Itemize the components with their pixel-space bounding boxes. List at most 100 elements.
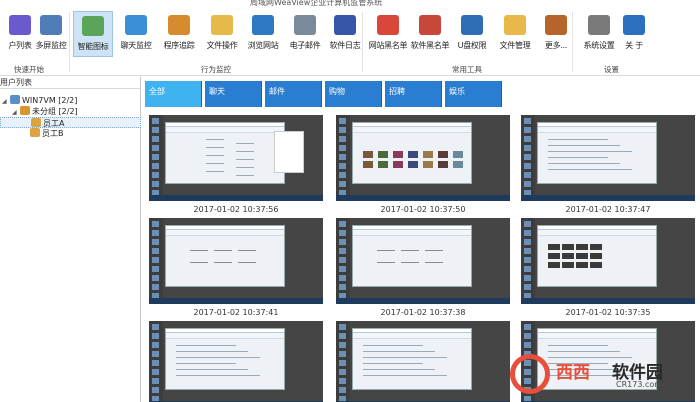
captured-taskbar — [149, 298, 323, 304]
screenshot-thumbnail[interactable] — [521, 115, 695, 201]
file-operation-icon — [211, 15, 233, 35]
ribbon-button-7[interactable]: 电子邮件 — [285, 11, 325, 57]
screenshot-timestamp: 2017-01-02 10:37:38 — [380, 308, 466, 317]
ribbon-button-12[interactable]: 文件管理 — [495, 11, 535, 57]
tab-0[interactable]: 全部 — [145, 81, 202, 107]
group-label-common-tools: 常用工具 — [452, 65, 482, 74]
captured-window — [165, 122, 285, 184]
ribbon-button-13[interactable]: 更多... — [536, 11, 576, 57]
chat-monitor-icon — [125, 15, 147, 35]
app-window: 局域网WeaView企业计算机监管系统 快速开始 行为监控 常用工具 设置 户列… — [0, 0, 700, 402]
usb-icon — [461, 15, 483, 35]
tab-5[interactable]: 娱乐 — [445, 81, 502, 107]
screenshot-timestamp: 2017-01-02 10:37:41 — [193, 308, 279, 317]
user-list-panel: 用户列表 ◢ WIN7VM [2/2] ◢ 未分组 [2/2] 员工A 员工B — [0, 77, 141, 402]
web-blacklist-icon — [377, 15, 399, 35]
ribbon-button-label: 程序追踪 — [163, 41, 195, 50]
user-icon — [30, 128, 40, 137]
desktop-icons — [149, 218, 163, 304]
email-icon — [294, 15, 316, 35]
ribbon-button-label: 软件日志 — [329, 41, 361, 50]
multi-screen-icon — [40, 15, 62, 35]
captured-window — [165, 225, 285, 287]
window-title: 局域网WeaView企业计算机监管系统 — [250, 0, 383, 7]
ribbon-button-2[interactable]: 智能图标 — [73, 11, 113, 57]
ribbon-button-10[interactable]: 软件黑名单 — [410, 11, 450, 57]
compass-icon — [252, 15, 274, 35]
ribbon-button-label: 软件黑名单 — [410, 41, 450, 50]
screenshot-timestamp: 2017-01-02 10:37:50 — [380, 205, 466, 214]
ribbon-button-label: 文件操作 — [206, 41, 238, 50]
ribbon-button-15[interactable]: 关 于 — [614, 11, 654, 57]
ribbon-button-4[interactable]: 程序追踪 — [159, 11, 199, 57]
ribbon-button-1[interactable]: 多屏监控 — [31, 11, 71, 57]
ribbon-button-label: U盘权限 — [457, 41, 487, 50]
desktop-icons — [521, 115, 535, 201]
tab-3[interactable]: 购物 — [325, 81, 382, 107]
tab-1[interactable]: 聊天 — [205, 81, 262, 107]
user-icon — [31, 118, 41, 127]
picture-icon — [82, 16, 104, 36]
ribbon-button-6[interactable]: 浏览网站 — [243, 11, 283, 57]
screenshot-thumbnail[interactable] — [336, 115, 510, 201]
captured-window — [537, 122, 657, 184]
captured-window — [352, 122, 472, 184]
ribbon-button-14[interactable]: 系统设置 — [579, 11, 619, 57]
software-blacklist-icon — [419, 15, 441, 35]
screenshot-timestamp: 2017-01-02 10:37:47 — [565, 205, 651, 214]
ribbon-button-label: 关 于 — [625, 41, 643, 50]
desktop-icons — [149, 115, 163, 201]
tree-node-label: 员工B — [42, 129, 64, 138]
tree-node[interactable]: ◢ WIN7VM [2/2] — [0, 95, 141, 106]
captured-taskbar — [521, 298, 695, 304]
screenshot-thumbnail[interactable] — [149, 321, 323, 402]
captured-dialog — [274, 131, 304, 173]
briefcase-icon — [545, 15, 567, 35]
program-track-icon — [168, 15, 190, 35]
ribbon-toolbar: 快速开始 行为监控 常用工具 设置 户列表 多屏监控 智能图标 聊天监控 程序追踪 文件操… — [0, 8, 700, 76]
ribbon-button-label: 多屏监控 — [35, 41, 67, 50]
ribbon-button-9[interactable]: 网站黑名单 — [368, 11, 408, 57]
captured-taskbar — [336, 298, 510, 304]
user-list-header: 用户列表 — [0, 77, 140, 89]
captured-window — [352, 328, 472, 390]
ribbon-button-label: 电子邮件 — [289, 41, 321, 50]
desktop-icons — [149, 321, 163, 402]
group-label-behavior-monitor: 行为监控 — [201, 65, 231, 74]
tree-node[interactable]: 员工B — [0, 128, 141, 139]
screenshot-thumbnail[interactable] — [336, 321, 510, 402]
ribbon-button-label: 聊天监控 — [120, 41, 152, 50]
ribbon-button-label: 系统设置 — [583, 41, 615, 50]
captured-taskbar — [149, 195, 323, 201]
folder-icon — [504, 15, 526, 35]
ribbon-button-3[interactable]: 聊天监控 — [116, 11, 156, 57]
watermark-brand-left: 西西 — [556, 363, 590, 383]
desktop-icons — [336, 218, 350, 304]
ribbon-button-label: 网站黑名单 — [368, 41, 408, 50]
ribbon-button-8[interactable]: 软件日志 — [325, 11, 365, 57]
desktop-icons — [336, 115, 350, 201]
screenshot-thumbnail[interactable] — [149, 218, 323, 304]
ribbon-button-5[interactable]: 文件操作 — [202, 11, 242, 57]
desktop-icons — [521, 218, 535, 304]
ribbon-button-11[interactable]: U盘权限 — [452, 11, 492, 57]
tab-4[interactable]: 招聘 — [385, 81, 442, 107]
tree-node[interactable]: ◢ 未分组 [2/2] — [0, 106, 141, 117]
desktop-icons — [336, 321, 350, 402]
watermark: 西西 软件园 CR173.com — [500, 352, 700, 402]
captured-window — [352, 225, 472, 287]
ribbon-button-label: 更多... — [544, 41, 568, 50]
screenshot-thumbnail[interactable] — [336, 218, 510, 304]
watermark-logo-icon — [510, 354, 550, 394]
gear-icon — [588, 15, 610, 35]
tab-2[interactable]: 邮件 — [265, 81, 322, 107]
captured-taskbar — [521, 195, 695, 201]
screenshot-thumbnail[interactable] — [149, 115, 323, 201]
ribbon-button-label: 智能图标 — [77, 42, 109, 51]
captured-taskbar — [336, 195, 510, 201]
screenshot-thumbnail[interactable] — [521, 218, 695, 304]
tree-node[interactable]: 员工A — [0, 117, 141, 128]
ribbon-button-label: 文件管理 — [499, 41, 531, 50]
tree-node-label: 员工A — [43, 119, 65, 128]
tree-node-label: WIN7VM [2/2] — [22, 96, 78, 105]
